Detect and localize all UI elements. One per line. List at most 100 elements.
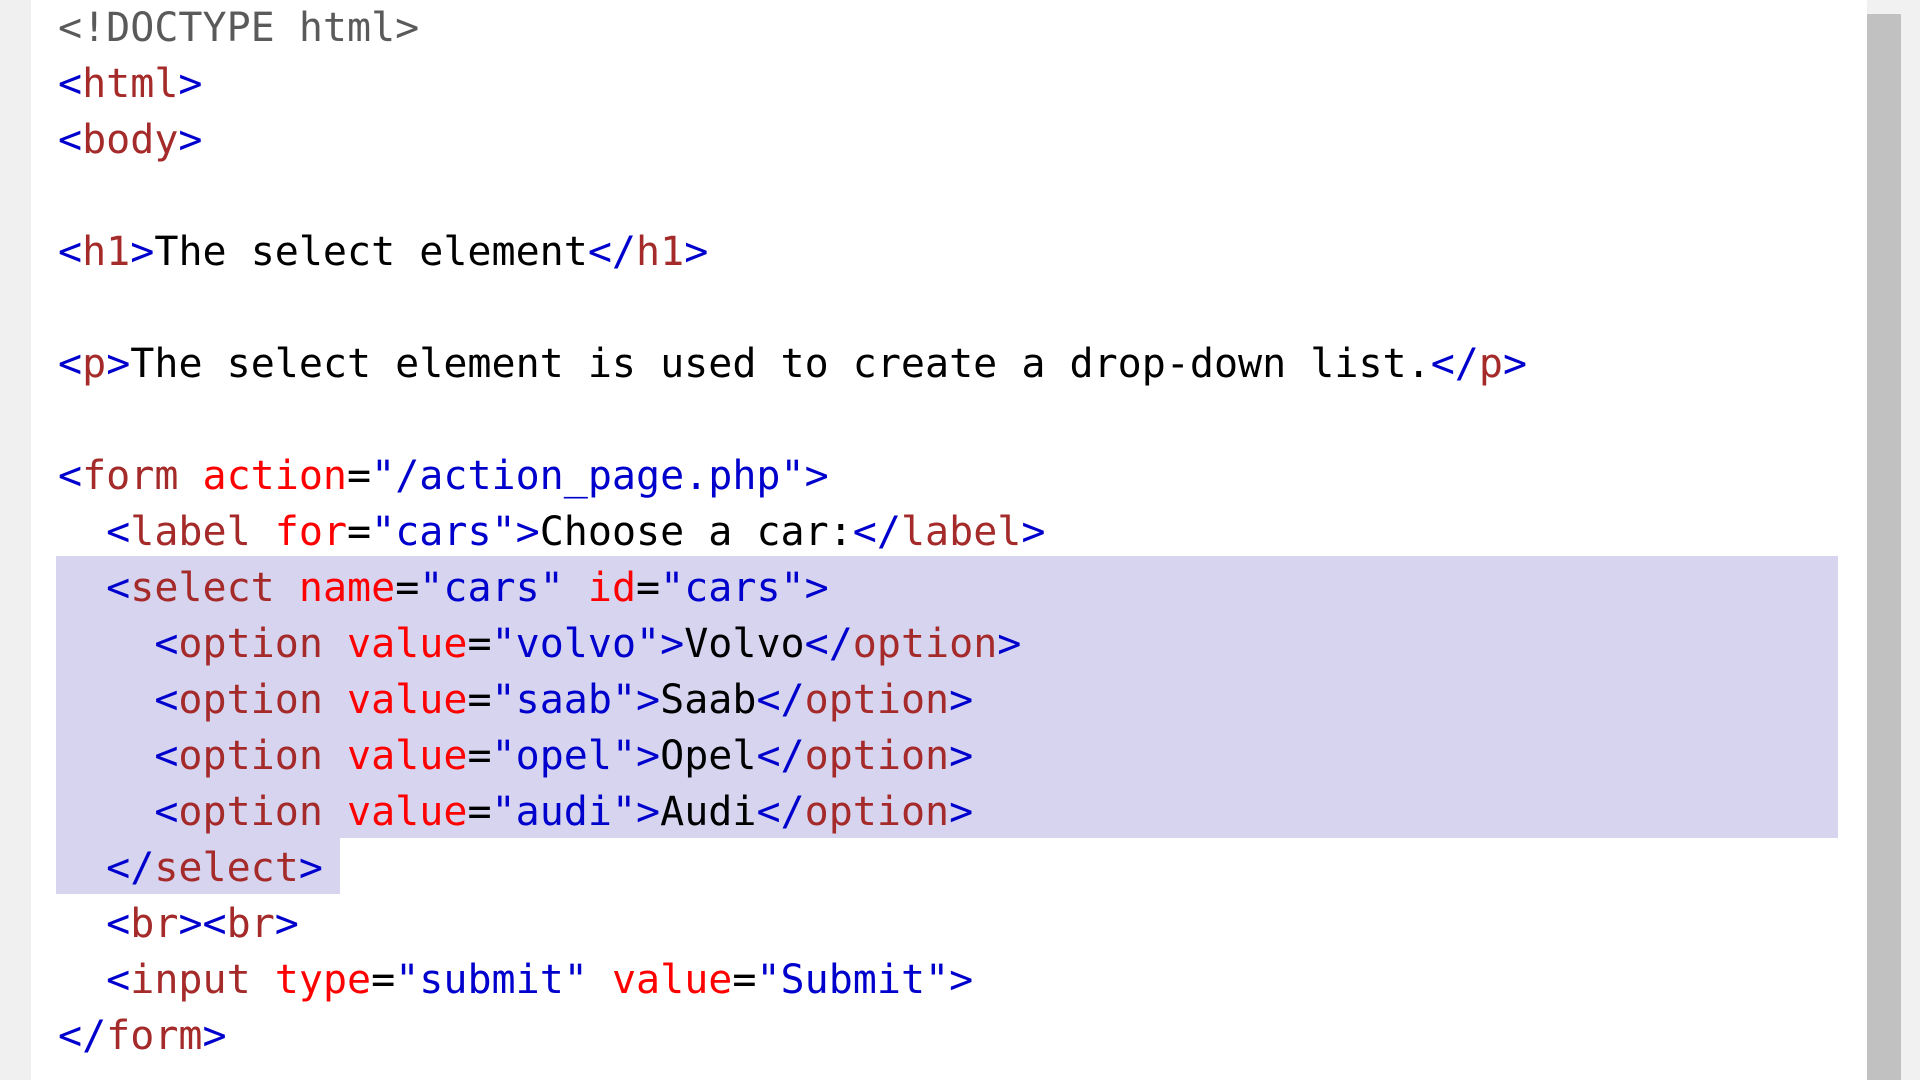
code-token: < (58, 341, 83, 387)
code-token: > (636, 789, 661, 835)
code-token: > (274, 901, 299, 947)
code-content[interactable]: <!DOCTYPE html> <html> <body> <h1>The sele… (58, 0, 1527, 1064)
code-token: action (202, 453, 348, 499)
code-token: The select element is used to create a d… (130, 341, 1431, 387)
code-token: label (130, 509, 251, 555)
code-token: option (178, 677, 323, 723)
code-line: <body> (58, 112, 1527, 168)
code-token: = (347, 453, 372, 499)
code-line: </form> (58, 1008, 1527, 1064)
code-token: < (154, 733, 179, 779)
code-token: > (949, 789, 974, 835)
code-line: <!DOCTYPE html> (58, 0, 1527, 56)
code-token: id (587, 565, 637, 611)
code-token: Choose a car: (539, 509, 853, 555)
code-token: > (684, 229, 709, 275)
code-token: > (298, 845, 323, 891)
code-token: < (154, 677, 179, 723)
code-token: > (1502, 341, 1528, 387)
code-token: Opel (660, 733, 757, 779)
code-token: = (732, 957, 757, 1003)
code-token: = (347, 509, 372, 555)
code-token: value (347, 621, 468, 667)
code-token: body (82, 117, 179, 163)
code-token: input (130, 957, 251, 1003)
code-token: = (636, 565, 661, 611)
code-token: for (274, 509, 348, 555)
code-token: form (82, 453, 179, 499)
code-line: <input type="submit" value="Submit"> (58, 952, 1527, 1008)
code-token: value (347, 789, 468, 835)
code-token: </ (756, 789, 805, 835)
code-token: "saab" (491, 677, 637, 723)
code-token: Volvo (684, 621, 805, 667)
code-token: < (154, 789, 179, 835)
code-token: = (467, 733, 492, 779)
code-token: "Submit" (756, 957, 950, 1003)
code-token: > (1021, 509, 1046, 555)
code-token: > (636, 733, 661, 779)
code-line: <html> (58, 56, 1527, 112)
code-line: </select> (58, 840, 1527, 896)
code-token: label (900, 509, 1022, 555)
code-token: </ (756, 677, 805, 723)
code-token: option (178, 733, 323, 779)
code-token: < (106, 509, 131, 555)
code-token: > (515, 509, 540, 555)
code-token: > (949, 957, 974, 1003)
code-token: </ (58, 1013, 107, 1059)
code-line: <p>The select element is used to create … (58, 336, 1527, 392)
code-token: </ (106, 845, 155, 891)
code-line: <option value="volvo">Volvo</option> (58, 616, 1527, 672)
code-token: </ (756, 733, 805, 779)
code-token: < (58, 61, 83, 107)
code-token: > (804, 565, 829, 611)
code-token: select (154, 845, 299, 891)
code-token: option (804, 733, 950, 779)
code-token: br (226, 901, 275, 947)
code-token: < (58, 117, 83, 163)
code-token: option (178, 621, 323, 667)
code-token: > (106, 341, 131, 387)
code-token: > (997, 621, 1022, 667)
code-token: < (106, 565, 131, 611)
code-token: > (660, 621, 685, 667)
code-token: < (106, 901, 131, 947)
code-token: p (82, 341, 107, 387)
code-token: = (467, 621, 492, 667)
code-token: </ (852, 509, 901, 555)
scrollbar-thumb[interactable] (1867, 14, 1901, 1080)
code-token: > (178, 117, 203, 163)
code-token: "opel" (491, 733, 637, 779)
code-token: h1 (636, 229, 685, 275)
code-token: value (611, 957, 733, 1003)
code-token: = (395, 565, 420, 611)
code-token: < (58, 453, 83, 499)
code-token: </ (804, 621, 853, 667)
code-token: = (371, 957, 396, 1003)
code-token: form (106, 1013, 203, 1059)
code-token: > (178, 61, 203, 107)
code-token: < (154, 621, 179, 667)
code-token: h1 (82, 229, 131, 275)
code-line: <option value="opel">Opel</option> (58, 728, 1527, 784)
code-line: <h1>The select element</h1> (58, 224, 1527, 280)
code-token: > (202, 1013, 227, 1059)
code-token: </ (1430, 341, 1479, 387)
code-token: The select element (154, 229, 588, 275)
